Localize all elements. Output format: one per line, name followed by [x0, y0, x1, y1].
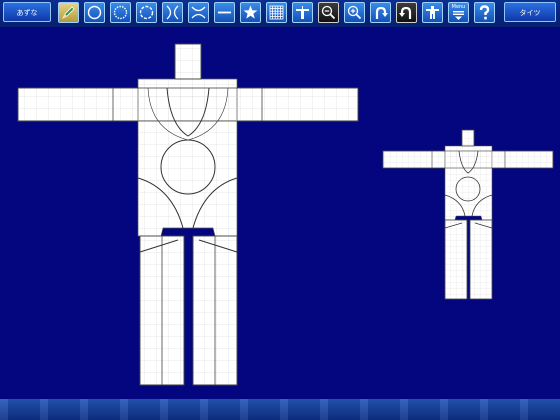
right-mode-button[interactable]: タイツ: [504, 2, 556, 22]
figure-icon: [426, 6, 439, 19]
large-bodysuit-pattern[interactable]: [17, 43, 359, 386]
line-icon: [218, 11, 231, 14]
pattern-canvas[interactable]: [0, 27, 560, 399]
help-tool[interactable]: [474, 2, 495, 23]
redo-icon: [399, 6, 412, 19]
hanger-tool[interactable]: [292, 2, 313, 23]
zoom-in-tool[interactable]: [344, 2, 365, 23]
zoom-out-tool[interactable]: [318, 2, 339, 23]
hanger-icon: [296, 6, 309, 19]
menu-label: Menu: [451, 4, 466, 10]
undo-icon: [375, 6, 388, 19]
circle-tool[interactable]: [84, 2, 105, 23]
star-icon: [243, 5, 258, 19]
circle-dotted-icon: [113, 5, 128, 20]
toolbar: あずな Menu タイツ: [0, 0, 560, 27]
help-icon: [479, 5, 490, 20]
circle-dashed-tool[interactable]: [136, 2, 157, 23]
bottom-bar: [0, 399, 560, 420]
circle-dashed-icon: [139, 5, 154, 20]
curve-in-tool[interactable]: [162, 2, 183, 23]
figure-tool[interactable]: [422, 2, 443, 23]
large-grid-overlay: [18, 44, 358, 385]
pencil-icon: [62, 6, 75, 19]
circle-dotted-tool[interactable]: [110, 2, 131, 23]
grid-icon: [269, 5, 284, 20]
small-bodysuit-pattern[interactable]: [382, 129, 554, 300]
star-tool[interactable]: [240, 2, 261, 23]
zoom-out-icon: [321, 5, 336, 20]
curves-in-icon: [166, 5, 179, 20]
zoom-in-icon: [347, 5, 362, 20]
left-mode-button[interactable]: あずな: [3, 2, 51, 22]
pencil-tool[interactable]: [58, 2, 79, 23]
menu-tool[interactable]: Menu: [448, 2, 469, 23]
line-tool[interactable]: [214, 2, 235, 23]
undo-tool[interactable]: [370, 2, 391, 23]
grid-tool[interactable]: [266, 2, 287, 23]
redo-tool[interactable]: [396, 2, 417, 23]
small-grid-overlay: [383, 130, 553, 299]
curve-out-tool[interactable]: [188, 2, 209, 23]
curves-out-icon: [191, 6, 206, 19]
pattern-canvas-svg: [17, 43, 554, 386]
circle-icon: [87, 5, 102, 20]
